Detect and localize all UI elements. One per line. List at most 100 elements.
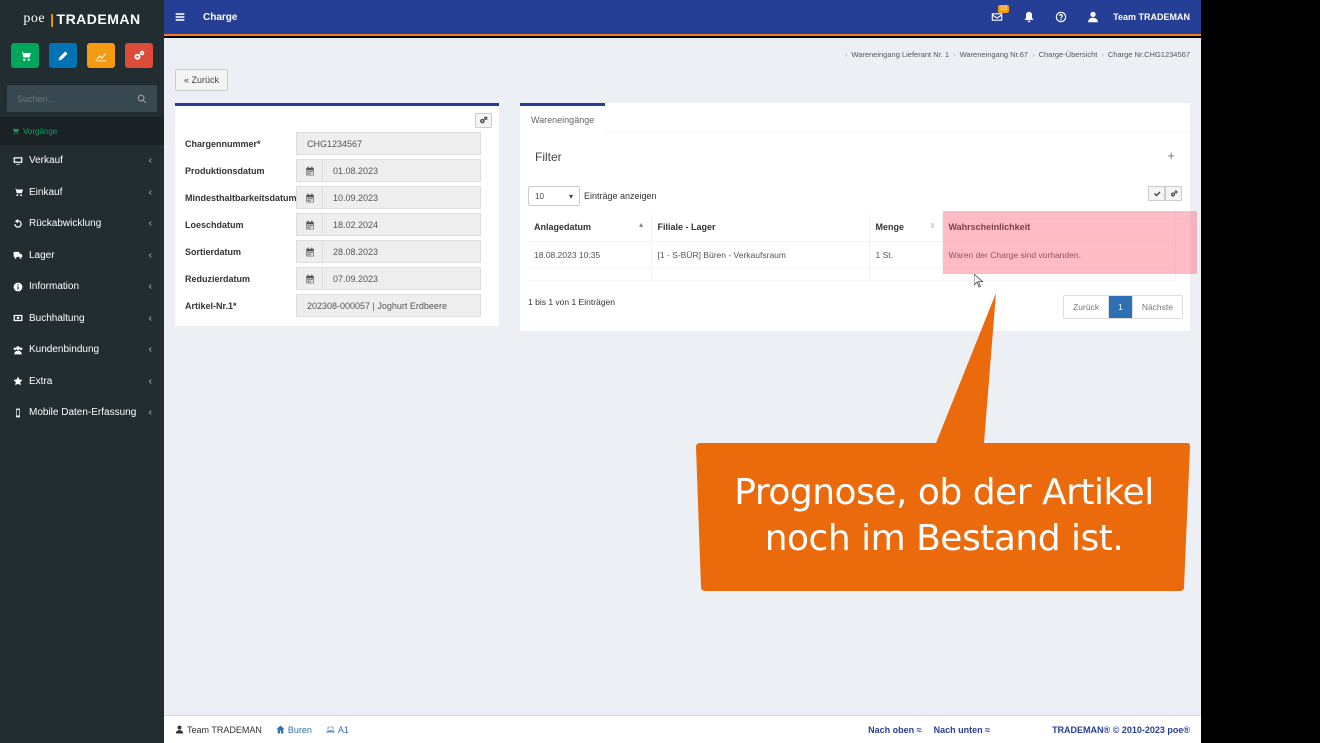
calendar-button[interactable] [296, 159, 323, 182]
calendar-button[interactable] [296, 213, 323, 236]
info-icon [13, 282, 22, 292]
scroll-top-link[interactable]: Nach oben ≈ [868, 725, 921, 735]
user-name[interactable]: Team TRADEMAN [1113, 12, 1190, 22]
footer-terminal[interactable]: A1 [326, 725, 349, 735]
help-button[interactable] [1045, 11, 1077, 23]
menu-toggle-button[interactable] [165, 12, 195, 22]
sidebar-item-kundenbindung[interactable]: Kundenbindung ‹ [0, 334, 164, 366]
calendar-button[interactable] [296, 186, 323, 209]
footer-user[interactable]: Team TRADEMAN [175, 725, 262, 735]
sortierdatum-input[interactable]: 28.08.2023 [323, 240, 481, 263]
sidebar-item-label: Rückabwicklung [29, 218, 102, 230]
footer: Team TRADEMAN Buren A1 Nach oben ≈ Nach … [164, 715, 1201, 743]
table-settings-button[interactable] [1165, 186, 1182, 201]
cart-icon [11, 128, 19, 135]
callout-line-1: Prognose, ob der Artikel [734, 472, 1154, 513]
logo-brand: TRADEMAN [56, 10, 141, 27]
sidebar-item-einkauf[interactable]: Einkauf ‹ [0, 177, 164, 209]
sidebar-item-label: Kundenbindung [29, 344, 100, 356]
field-label: Produktionsdatum [185, 165, 265, 176]
artikel-nr-input[interactable]: 202308-000057 | Joghurt Erdbeere [296, 294, 481, 317]
chevron-left-icon: ‹ [148, 186, 152, 198]
chevron-left-icon: ‹ [148, 312, 152, 324]
app-logo[interactable]: poe | TRADEMAN [0, 0, 164, 37]
chevron-left-icon: ‹ [148, 344, 152, 356]
loeschdatum-input[interactable]: 18.02.2024 [323, 213, 481, 236]
user-menu-button[interactable] [1077, 11, 1109, 23]
cart-icon [19, 51, 31, 61]
field-label: Sortierdatum [185, 246, 242, 257]
main-content: › Wareneingang Lieferant Nr. 1 › Warenei… [164, 38, 1201, 715]
mouse-cursor-icon [974, 274, 984, 288]
column-label: Menge [875, 222, 905, 233]
produktionsdatum-input[interactable]: 01.08.2023 [323, 159, 481, 182]
column-header-anlagedatum[interactable]: Anlagedatum ▲ [528, 214, 652, 242]
chargennummer-input[interactable]: CHG1234567 [296, 132, 481, 155]
breadcrumb-item[interactable]: Wareneingang Lieferant Nr. 1 [851, 50, 949, 59]
messages-badge: 13 [998, 5, 1009, 13]
sidebar-item-mobile[interactable]: Mobile Daten-Erfassung ‹ [0, 397, 164, 429]
chevron-left-icon: ‹ [148, 407, 152, 419]
search-icon[interactable] [137, 94, 147, 104]
hamburger-icon [175, 13, 185, 21]
filter-expand-button[interactable]: + [1167, 148, 1175, 163]
reduzierdatum-input[interactable]: 07.09.2023 [323, 267, 481, 290]
mobile-icon [15, 408, 20, 418]
confirm-button[interactable] [1148, 186, 1165, 201]
breadcrumb-item[interactable]: Charge-Übersicht [1039, 50, 1098, 59]
scroll-bottom-link[interactable]: Nach unten ≈ [934, 725, 990, 735]
form-settings-button[interactable] [475, 113, 492, 128]
top-bar: Charge 13 Team TRADEMAN [164, 0, 1201, 36]
undo-icon [13, 218, 22, 228]
sidebar-item-information[interactable]: Information ‹ [0, 271, 164, 303]
cell-filiale: [1 - S-BÜR] Büren - Verkaufsraum [651, 241, 870, 269]
quick-chart-button[interactable] [87, 43, 115, 68]
column-header-menge[interactable]: Menge ⇕ [869, 214, 943, 242]
quick-edit-button[interactable] [49, 43, 77, 68]
chevron-left-icon: ‹ [148, 249, 152, 261]
footer-user-name: Team TRADEMAN [187, 724, 262, 735]
truck-icon [13, 252, 22, 259]
sidebar-item-label: Buchhaltung [29, 312, 85, 324]
quick-settings-button[interactable] [125, 43, 153, 68]
filter-title[interactable]: Filter [535, 150, 562, 164]
notifications-button[interactable] [1013, 11, 1045, 23]
calendar-button[interactable] [296, 240, 323, 263]
field-label: Chargennummer* [185, 138, 261, 149]
breadcrumb-item[interactable]: Wareneingang Nr.67 [960, 50, 1029, 59]
bell-icon [1024, 11, 1034, 23]
search-input[interactable] [17, 93, 137, 104]
sidebar-item-label: Extra [29, 375, 53, 387]
sidebar-item-rueckabwicklung[interactable]: Rückabwicklung ‹ [0, 208, 164, 240]
sidebar-item-lager[interactable]: Lager ‹ [0, 240, 164, 272]
field-sortierdatum: Sortierdatum 28.08.2023 [185, 240, 481, 263]
sidebar: poe|TRADEMAN Vorgänge Verkauf ‹ Einkauf … [0, 0, 164, 743]
column-highlight-overlay [943, 211, 1197, 274]
top-right-controls: 13 Team TRADEMAN [981, 5, 1190, 23]
field-label: Reduzierdatum [185, 273, 251, 284]
page-length-select[interactable]: 10 ▾ [528, 186, 580, 206]
mindesthaltbarkeitsdatum-input[interactable]: 10.09.2023 [323, 186, 481, 209]
chevron-left-icon: ‹ [148, 375, 152, 387]
field-label: Artikel-Nr.1* [185, 300, 237, 311]
calendar-icon [305, 193, 314, 202]
column-header-filiale[interactable]: Filiale - Lager [651, 214, 870, 242]
sort-asc-icon: ▲ [637, 222, 645, 229]
sidebar-item-verkauf[interactable]: Verkauf ‹ [0, 145, 164, 177]
user-icon [1088, 11, 1099, 23]
column-label: Anlagedatum [534, 222, 592, 233]
quick-cart-button[interactable] [11, 43, 39, 68]
sidebar-item-extra[interactable]: Extra ‹ [0, 366, 164, 398]
gears-icon [134, 50, 145, 60]
back-button[interactable]: « Zurück [175, 69, 229, 91]
messages-button[interactable]: 13 [981, 5, 1013, 23]
sidebar-item-buchhaltung[interactable]: Buchhaltung ‹ [0, 303, 164, 335]
field-label: Loeschdatum [185, 219, 244, 230]
footer-branch[interactable]: Buren [276, 725, 312, 735]
tab-wareneingaenge[interactable]: Wareneingänge [520, 103, 606, 133]
calendar-button[interactable] [296, 267, 323, 290]
user-icon [175, 725, 184, 734]
chevron-down-icon: ▾ [568, 191, 573, 201]
pencil-icon [58, 51, 68, 60]
sidebar-item-label: Verkauf [29, 155, 63, 167]
